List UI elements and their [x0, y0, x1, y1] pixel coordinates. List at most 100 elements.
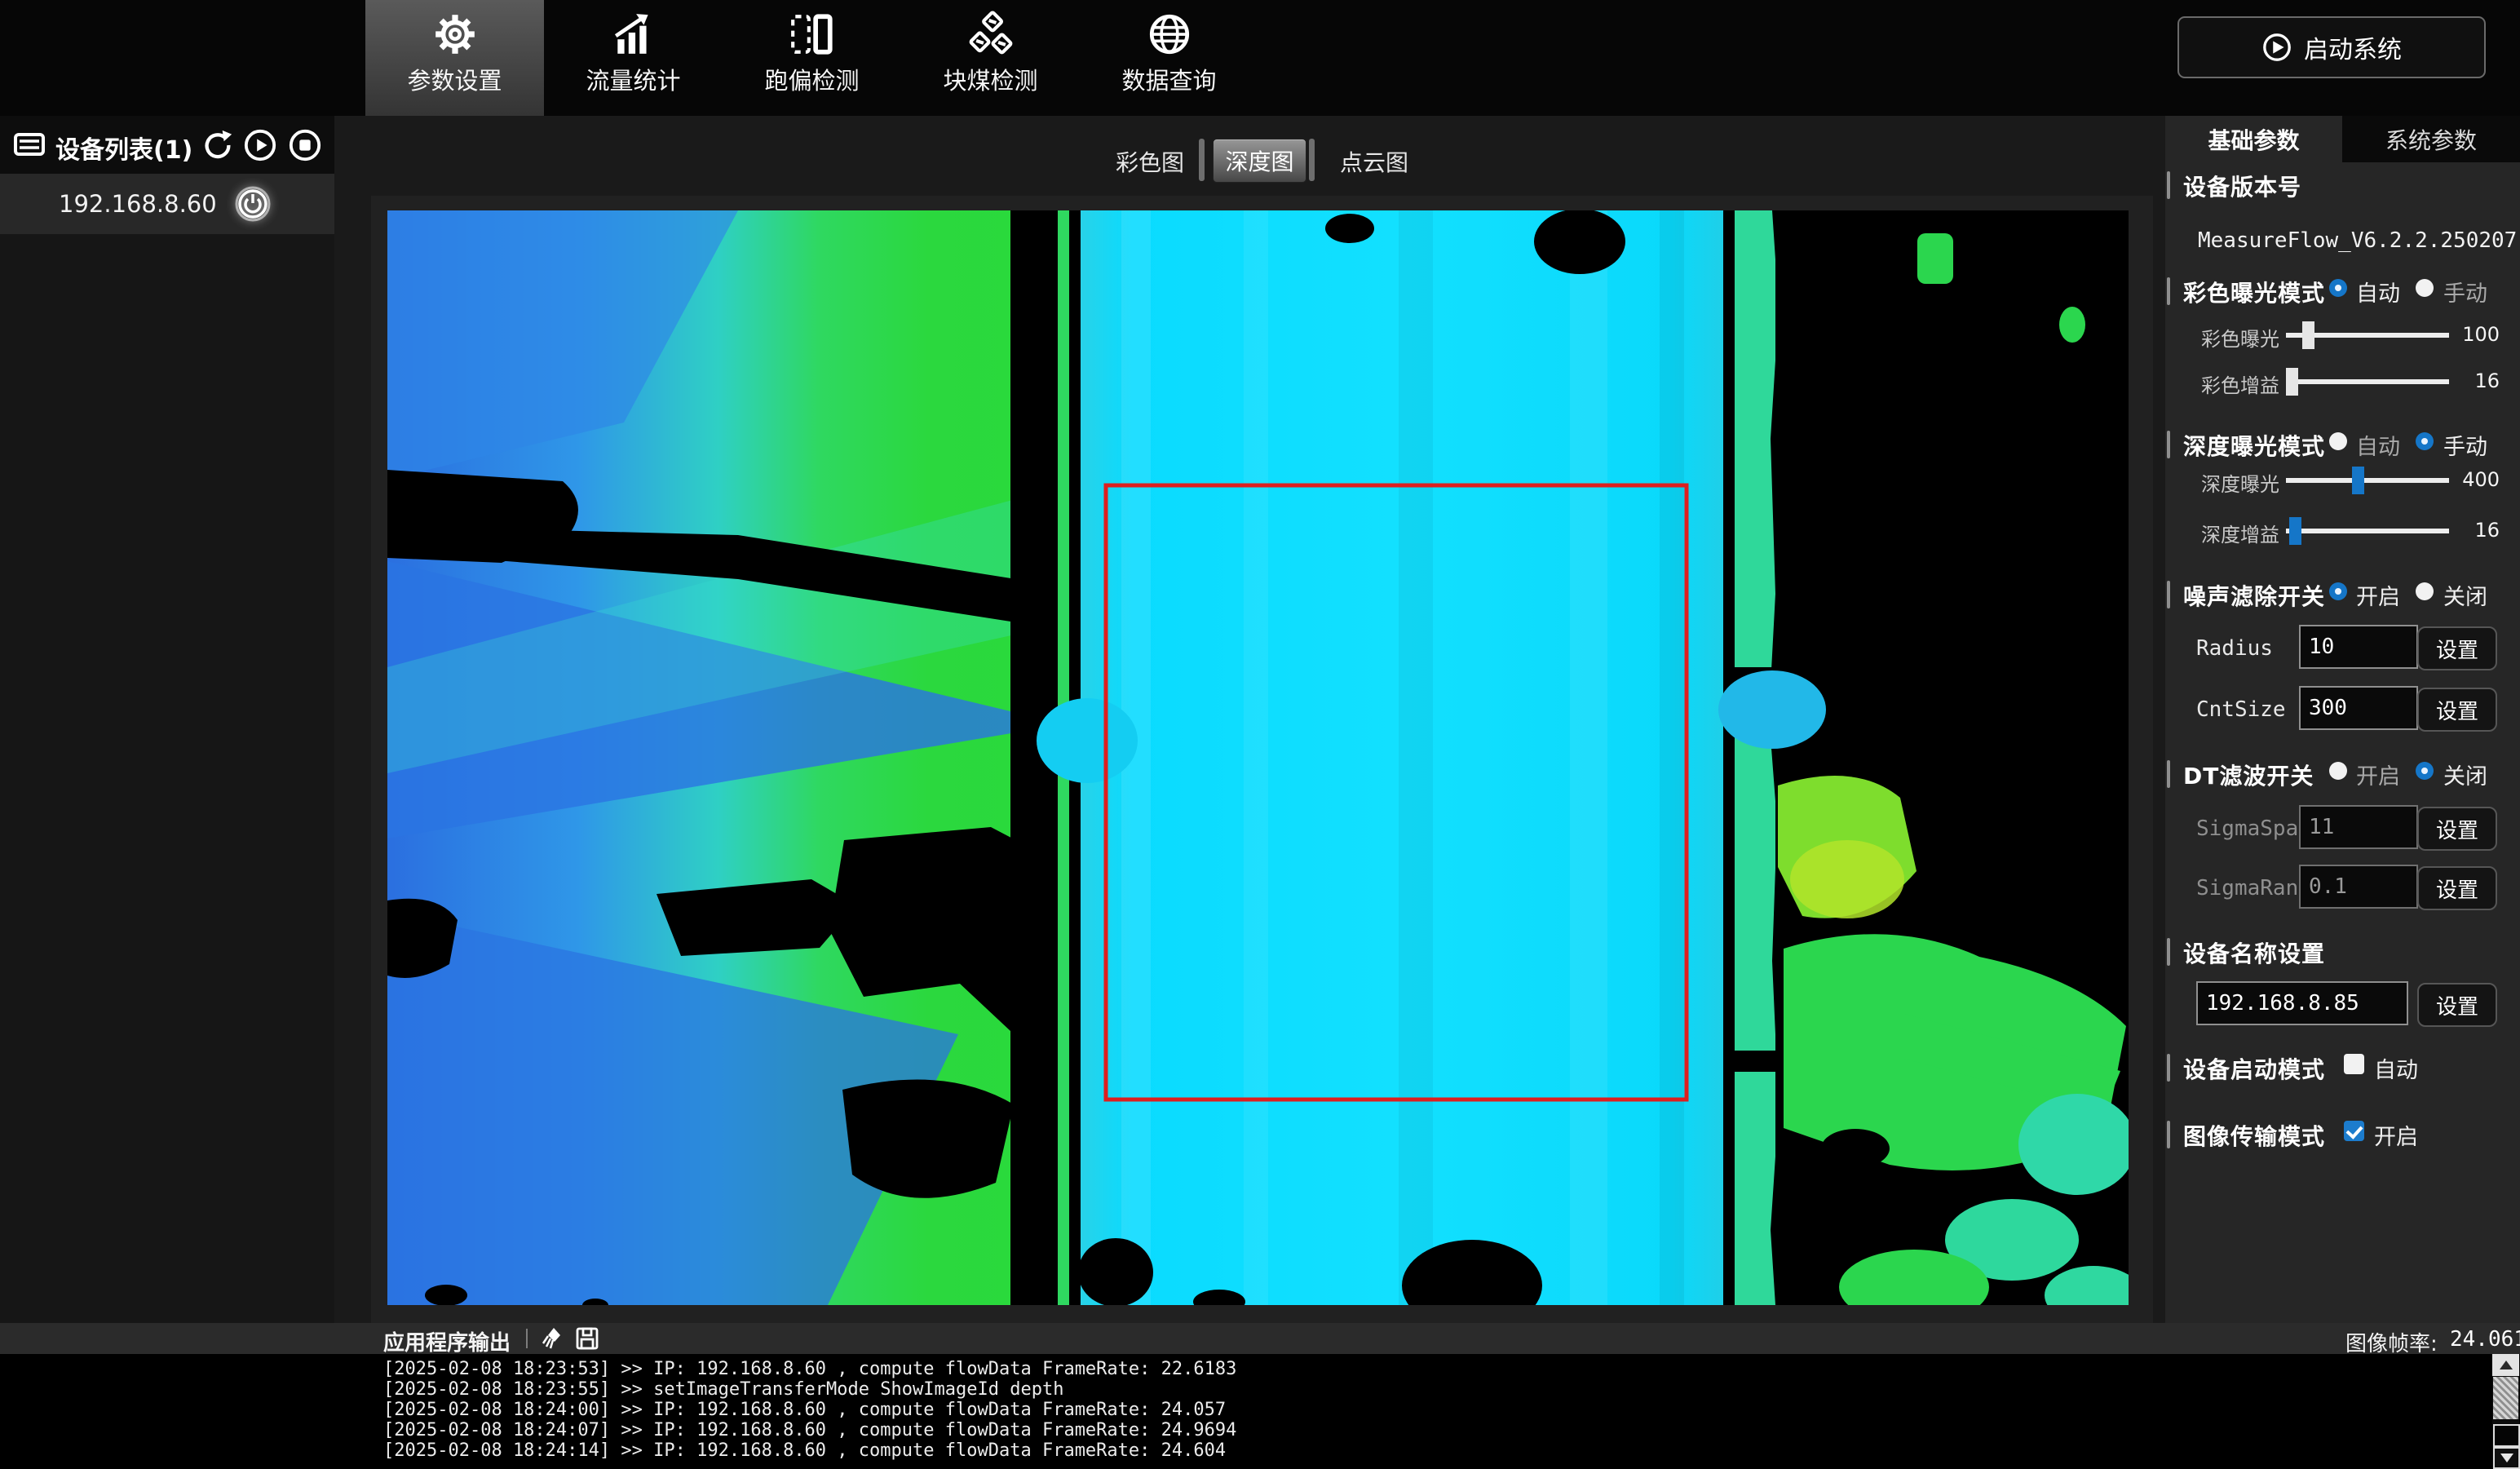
radius-set-button[interactable]: 设置 [2417, 626, 2497, 670]
color-mode-auto-label[interactable]: 自动 [2356, 276, 2400, 308]
section-accent [2167, 171, 2170, 199]
start-mode-label[interactable]: 自动 [2374, 1052, 2418, 1084]
device-sidebar: 设备列表(1) 192.168.8.60 [0, 116, 334, 1323]
depth-exposure-value: 400 [2452, 468, 2500, 491]
toolbar-item-label: 参数设置 [407, 62, 502, 96]
toolbar-item-param-settings[interactable]: 参数设置 [365, 0, 544, 116]
radius-input[interactable] [2299, 625, 2418, 669]
device-version-title: 设备版本号 [2183, 170, 2301, 202]
start-system-label: 启动系统 [2304, 29, 2402, 65]
status-divider [526, 1329, 528, 1348]
depth-mode-auto-label[interactable]: 自动 [2356, 429, 2400, 461]
viewer-area: 彩色图 深度图 点云图 [334, 116, 2165, 1323]
cntsize-set-button[interactable]: 设置 [2417, 688, 2497, 732]
scrollbar-track-box [2493, 1424, 2520, 1447]
toolbar-item-flow-stats[interactable]: 流量统计 [544, 0, 723, 116]
sigmarange-set-button[interactable]: 设置 [2417, 866, 2497, 910]
start-mode-title: 设备启动模式 [2183, 1052, 2325, 1085]
noise-filter-on-radio[interactable] [2329, 582, 2347, 600]
cntsize-label: CntSize [2196, 697, 2286, 722]
device-name-set-button[interactable]: 设置 [2417, 983, 2497, 1027]
toolbar-item-deviation-detect[interactable]: 跑偏检测 [723, 0, 901, 116]
dt-filter-on-radio[interactable] [2329, 762, 2347, 780]
measureflow-app: 参数设置 流量统计 跑偏检测 [0, 0, 2520, 1469]
sigmaspace-input[interactable] [2299, 805, 2418, 849]
scrollbar-thumb[interactable] [2493, 1377, 2518, 1419]
depth-gain-slider[interactable] [2286, 529, 2449, 533]
dt-filter-off-radio[interactable] [2416, 762, 2434, 780]
refresh-icon[interactable] [200, 128, 234, 162]
app-output-title: 应用程序输出 [383, 1326, 511, 1356]
section-accent [2167, 1054, 2170, 1082]
start-system-button[interactable]: 启动系统 [2177, 16, 2486, 78]
power-icon[interactable] [233, 184, 272, 223]
cntsize-input[interactable] [2299, 686, 2418, 730]
scroll-down-button[interactable] [2493, 1447, 2520, 1469]
color-gain-value: 16 [2452, 369, 2500, 392]
tab-system-params[interactable]: 系统参数 [2342, 116, 2520, 162]
transfer-mode-checkbox[interactable] [2344, 1121, 2364, 1141]
gear-icon [431, 8, 479, 60]
toolbar-item-coal-detect[interactable]: 块煤检测 [901, 0, 1080, 116]
color-mode-auto-radio[interactable] [2329, 279, 2347, 297]
coal-icon [967, 8, 1015, 60]
depth-map-image [387, 210, 2129, 1305]
scroll-up-button[interactable] [2492, 1354, 2519, 1376]
depth-exposure-row: 深度曝光 400 [2165, 468, 2520, 501]
device-row[interactable]: 192.168.8.60 [0, 174, 334, 234]
dt-filter-on-label[interactable]: 开启 [2356, 759, 2400, 790]
play-all-icon[interactable] [243, 128, 277, 162]
device-name-input[interactable] [2196, 981, 2408, 1025]
params-panel: 基础参数 系统参数 设备版本号 MeasureFlow_V6.2.2.25020… [2165, 116, 2520, 1323]
color-exposure-row: 彩色曝光 100 [2165, 323, 2520, 356]
start-mode-checkbox[interactable] [2344, 1054, 2364, 1074]
transfer-mode-title: 图像传输模式 [2183, 1119, 2325, 1152]
log-scrollbar[interactable] [2492, 1354, 2519, 1469]
tab-divider [1309, 139, 1315, 181]
color-exposure-label: 彩色曝光 [2190, 323, 2279, 352]
log-console: [2025-02-08 18:23:53] >> IP: 192.168.8.6… [0, 1354, 2520, 1469]
device-list-title: 设备列表(1) [55, 130, 192, 166]
depth-mode-manual-label[interactable]: 手动 [2443, 429, 2487, 461]
color-gain-label: 彩色增益 [2190, 369, 2279, 398]
depth-exposure-handle[interactable] [2352, 467, 2364, 494]
depth-exposure-slider[interactable] [2286, 478, 2449, 483]
sigmarange-input[interactable] [2299, 865, 2418, 909]
transfer-mode-label[interactable]: 开启 [2374, 1119, 2418, 1151]
toolbar-item-label: 流量统计 [586, 62, 680, 96]
depth-mode-manual-radio[interactable] [2416, 432, 2434, 450]
noise-filter-on-label[interactable]: 开启 [2356, 579, 2400, 611]
log-line: [2025-02-08 18:23:53] >> IP: 192.168.8.6… [383, 1359, 1236, 1379]
color-exposure-slider[interactable] [2286, 333, 2449, 338]
depth-gain-label: 深度增益 [2190, 519, 2279, 547]
tab-divider [1199, 139, 1205, 181]
stop-all-icon[interactable] [288, 128, 322, 162]
color-gain-handle[interactable] [2286, 368, 2298, 396]
noise-filter-off-label[interactable]: 关闭 [2443, 579, 2487, 611]
clear-log-icon[interactable] [538, 1325, 564, 1352]
depth-mode-auto-radio[interactable] [2329, 432, 2347, 450]
status-bar: 应用程序输出 图像帧率: 24.0616 [0, 1323, 2520, 1354]
color-mode-manual-label[interactable]: 手动 [2443, 276, 2487, 308]
toolbar-item-label: 跑偏检测 [764, 62, 859, 96]
sigmaspace-set-button[interactable]: 设置 [2417, 807, 2497, 851]
noise-filter-off-radio[interactable] [2416, 582, 2434, 600]
dt-filter-off-label[interactable]: 关闭 [2443, 759, 2487, 790]
depth-gain-handle[interactable] [2289, 517, 2301, 545]
section-accent [2167, 431, 2170, 458]
toolbar-item-data-query[interactable]: 数据查询 [1080, 0, 1258, 116]
depth-exposure-mode-title: 深度曝光模式 [2183, 429, 2325, 462]
depth-image-frame [371, 196, 2153, 1323]
color-mode-manual-radio[interactable] [2416, 279, 2434, 297]
tab-color-image[interactable]: 彩色图 [1116, 145, 1184, 178]
toolbar-item-label: 数据查询 [1121, 62, 1216, 96]
tab-basic-params[interactable]: 基础参数 [2165, 116, 2342, 162]
color-exposure-value: 100 [2452, 323, 2500, 346]
save-log-icon[interactable] [574, 1325, 600, 1352]
color-gain-slider[interactable] [2286, 379, 2449, 384]
color-exposure-mode-title: 彩色曝光模式 [2183, 276, 2325, 308]
tab-point-cloud[interactable]: 点云图 [1340, 145, 1408, 178]
color-exposure-handle[interactable] [2302, 321, 2314, 349]
section-accent [2167, 277, 2170, 305]
tab-depth-image[interactable]: 深度图 [1213, 139, 1306, 183]
